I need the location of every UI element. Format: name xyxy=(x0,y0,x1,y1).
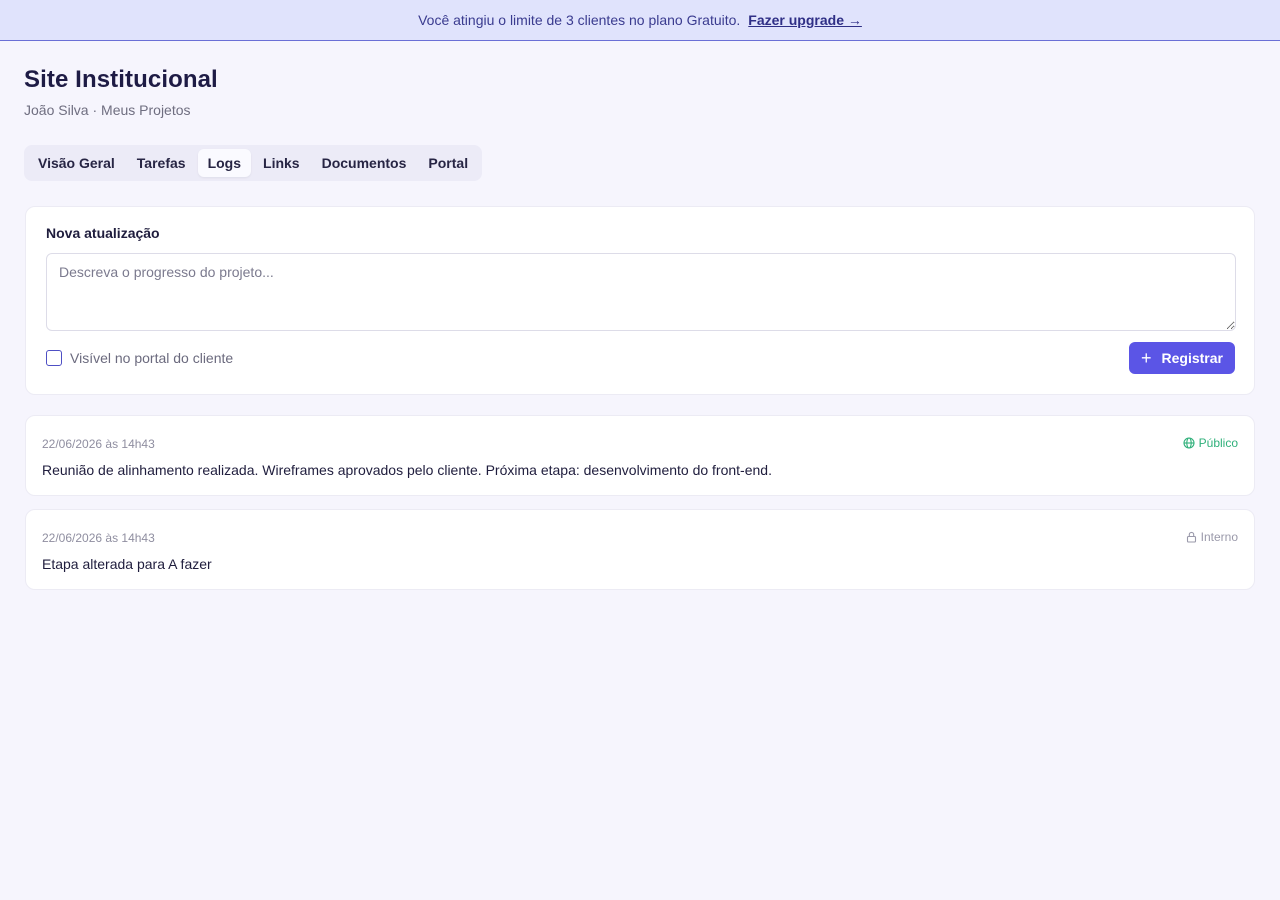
tab-portal[interactable]: Portal xyxy=(418,149,478,177)
log-entry: 22/06/2026 às 14h43 Público Reunião de a… xyxy=(25,415,1255,496)
log-text: Reunião de alinhamento realizada. Wirefr… xyxy=(42,462,772,478)
register-button[interactable]: + Registrar xyxy=(1129,342,1235,374)
visibility-badge: Interno xyxy=(1186,530,1238,544)
update-textarea[interactable] xyxy=(46,253,1236,331)
visible-in-portal-toggle[interactable]: Visível no portal do cliente xyxy=(46,350,233,366)
new-update-card: Nova atualização Visível no portal do cl… xyxy=(25,206,1255,395)
visibility-badge: Público xyxy=(1183,436,1238,450)
log-text: Etapa alterada para A fazer xyxy=(42,556,212,572)
log-timestamp: 22/06/2026 às 14h43 xyxy=(42,531,155,545)
lock-icon xyxy=(1186,531,1196,543)
log-entry: 22/06/2026 às 14h43 Interno Etapa altera… xyxy=(25,509,1255,590)
visible-in-portal-label: Visível no portal do cliente xyxy=(70,350,234,366)
upgrade-banner: Você atingiu o limite de 3 clientes no p… xyxy=(0,0,1280,41)
tab-logs[interactable]: Logs xyxy=(197,149,252,177)
visibility-label: Interno xyxy=(1200,530,1238,544)
breadcrumb-text: João Silva · Meus Projetos xyxy=(24,102,191,118)
banner-message: Você atingiu o limite de 3 clientes no p… xyxy=(418,12,741,28)
globe-icon xyxy=(1183,437,1195,449)
visible-in-portal-checkbox[interactable] xyxy=(46,350,62,366)
breadcrumb: João Silva · Meus Projetos xyxy=(24,102,191,118)
new-update-label: Nova atualização xyxy=(46,225,160,241)
tab-documentos[interactable]: Documentos xyxy=(312,149,417,177)
upgrade-link[interactable]: Fazer upgrade → xyxy=(748,12,862,28)
page-title: Site Institucional xyxy=(24,66,218,93)
visibility-label: Público xyxy=(1198,436,1238,450)
plus-icon: + xyxy=(1141,348,1152,368)
log-timestamp: 22/06/2026 às 14h43 xyxy=(42,437,155,451)
tab-links[interactable]: Links xyxy=(253,149,310,177)
project-tabs: Visão Geral Tarefas Logs Links Documento… xyxy=(24,145,483,181)
tab-visao-geral[interactable]: Visão Geral xyxy=(28,149,125,177)
tab-tarefas[interactable]: Tarefas xyxy=(127,149,196,177)
register-button-label: Registrar xyxy=(1161,350,1223,366)
